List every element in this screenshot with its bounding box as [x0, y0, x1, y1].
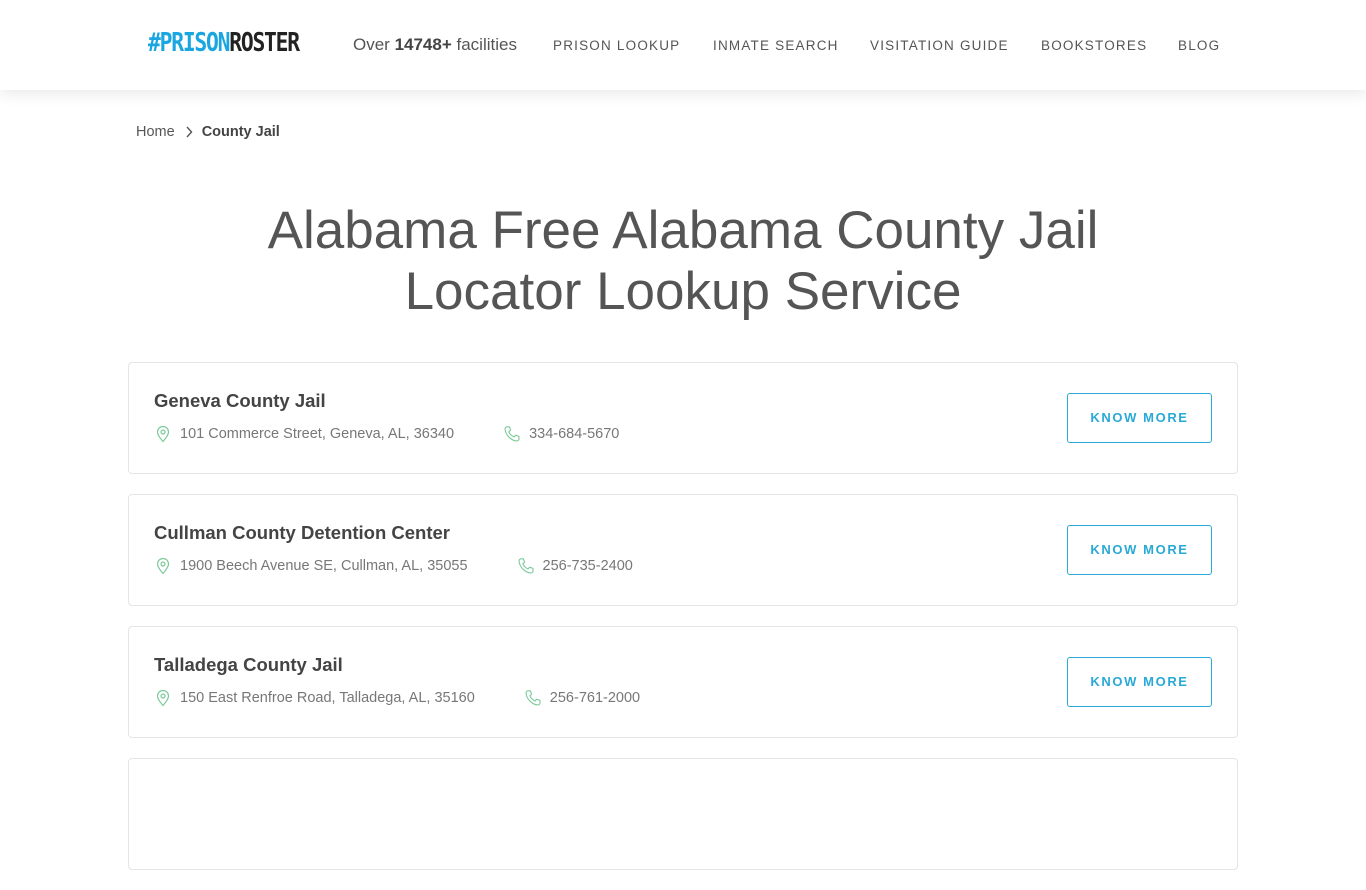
page-title: Alabama Free Alabama County Jail Locator…	[0, 200, 1366, 322]
site-header: #PRISONROSTER Over 14748+ facilities PRI…	[0, 0, 1366, 90]
facility-card: Cullman County Detention Center 1900 Bee…	[128, 494, 1238, 606]
facility-name: Talladega County Jail	[154, 654, 343, 675]
facility-info: 101 Commerce Street, Geneva, AL, 36340 3…	[154, 424, 619, 444]
page-title-line-2: Locator Lookup Service	[404, 262, 962, 321]
facility-address: 150 East Renfroe Road, Talladega, AL, 35…	[154, 688, 475, 708]
facility-card	[128, 758, 1238, 870]
site-logo[interactable]: #PRISONROSTER	[148, 28, 300, 58]
logo-prefix: #PRISON	[148, 28, 230, 58]
facility-card: Talladega County Jail 150 East Renfroe R…	[128, 626, 1238, 738]
page-title-line-1: Alabama Free Alabama County Jail	[267, 201, 1099, 260]
facility-count: Over 14748+ facilities	[353, 34, 517, 56]
breadcrumb-current: County Jail	[201, 124, 280, 140]
phone-icon	[517, 558, 534, 574]
facility-address: 101 Commerce Street, Geneva, AL, 36340	[154, 424, 454, 444]
phone-icon	[525, 690, 541, 706]
facility-name: Geneva County Jail	[154, 390, 326, 411]
facility-address: 1900 Beech Avenue SE, Cullman, AL, 35055	[154, 556, 468, 576]
facility-phone: 334-684-5670	[503, 424, 619, 444]
chevron-right-icon	[186, 126, 193, 138]
facility-count-prefix: Over	[353, 35, 395, 54]
map-pin-icon	[156, 557, 170, 575]
nav-blog[interactable]: BLOG	[1178, 38, 1220, 53]
facility-count-number: 14748+	[394, 35, 452, 54]
know-more-button[interactable]: KNOW MORE	[1067, 525, 1212, 575]
facility-phone: 256-761-2000	[524, 688, 640, 708]
facility-info: 1900 Beech Avenue SE, Cullman, AL, 35055…	[154, 556, 633, 576]
know-more-button[interactable]: KNOW MORE	[1067, 657, 1212, 707]
map-pin-icon	[156, 689, 170, 707]
facility-phone-text[interactable]: 256-761-2000	[550, 688, 640, 708]
facility-card: Geneva County Jail 101 Commerce Street, …	[128, 362, 1238, 474]
nav-prison-lookup[interactable]: PRISON LOOKUP	[553, 38, 680, 53]
breadcrumb: Home County Jail	[136, 122, 280, 142]
nav-bookstores[interactable]: BOOKSTORES	[1041, 38, 1147, 53]
map-pin-icon	[156, 425, 170, 443]
breadcrumb-home[interactable]: Home	[136, 122, 175, 142]
facility-name: Cullman County Detention Center	[154, 522, 451, 543]
facility-info: 150 East Renfroe Road, Talladega, AL, 35…	[154, 688, 640, 708]
facility-address-text: 101 Commerce Street, Geneva, AL, 36340	[180, 426, 455, 442]
phone-icon	[504, 426, 520, 442]
know-more-button[interactable]: KNOW MORE	[1067, 393, 1212, 443]
nav-visitation-guide[interactable]: VISITATION GUIDE	[870, 38, 1009, 53]
facility-phone-text[interactable]: 334-684-5670	[529, 424, 619, 444]
nav-inmate-search[interactable]: INMATE SEARCH	[713, 38, 839, 53]
logo-suffix: ROSTER	[229, 28, 300, 58]
facility-phone: 256-735-2400	[517, 556, 633, 576]
facility-address-text: 150 East Renfroe Road, Talladega, AL, 35…	[180, 690, 475, 706]
facility-count-suffix: facilities	[451, 35, 517, 54]
facility-list: Geneva County Jail 101 Commerce Street, …	[128, 362, 1238, 890]
facility-address-text: 1900 Beech Avenue SE, Cullman, AL, 35055	[180, 558, 468, 574]
facility-phone-text[interactable]: 256-735-2400	[543, 556, 633, 576]
